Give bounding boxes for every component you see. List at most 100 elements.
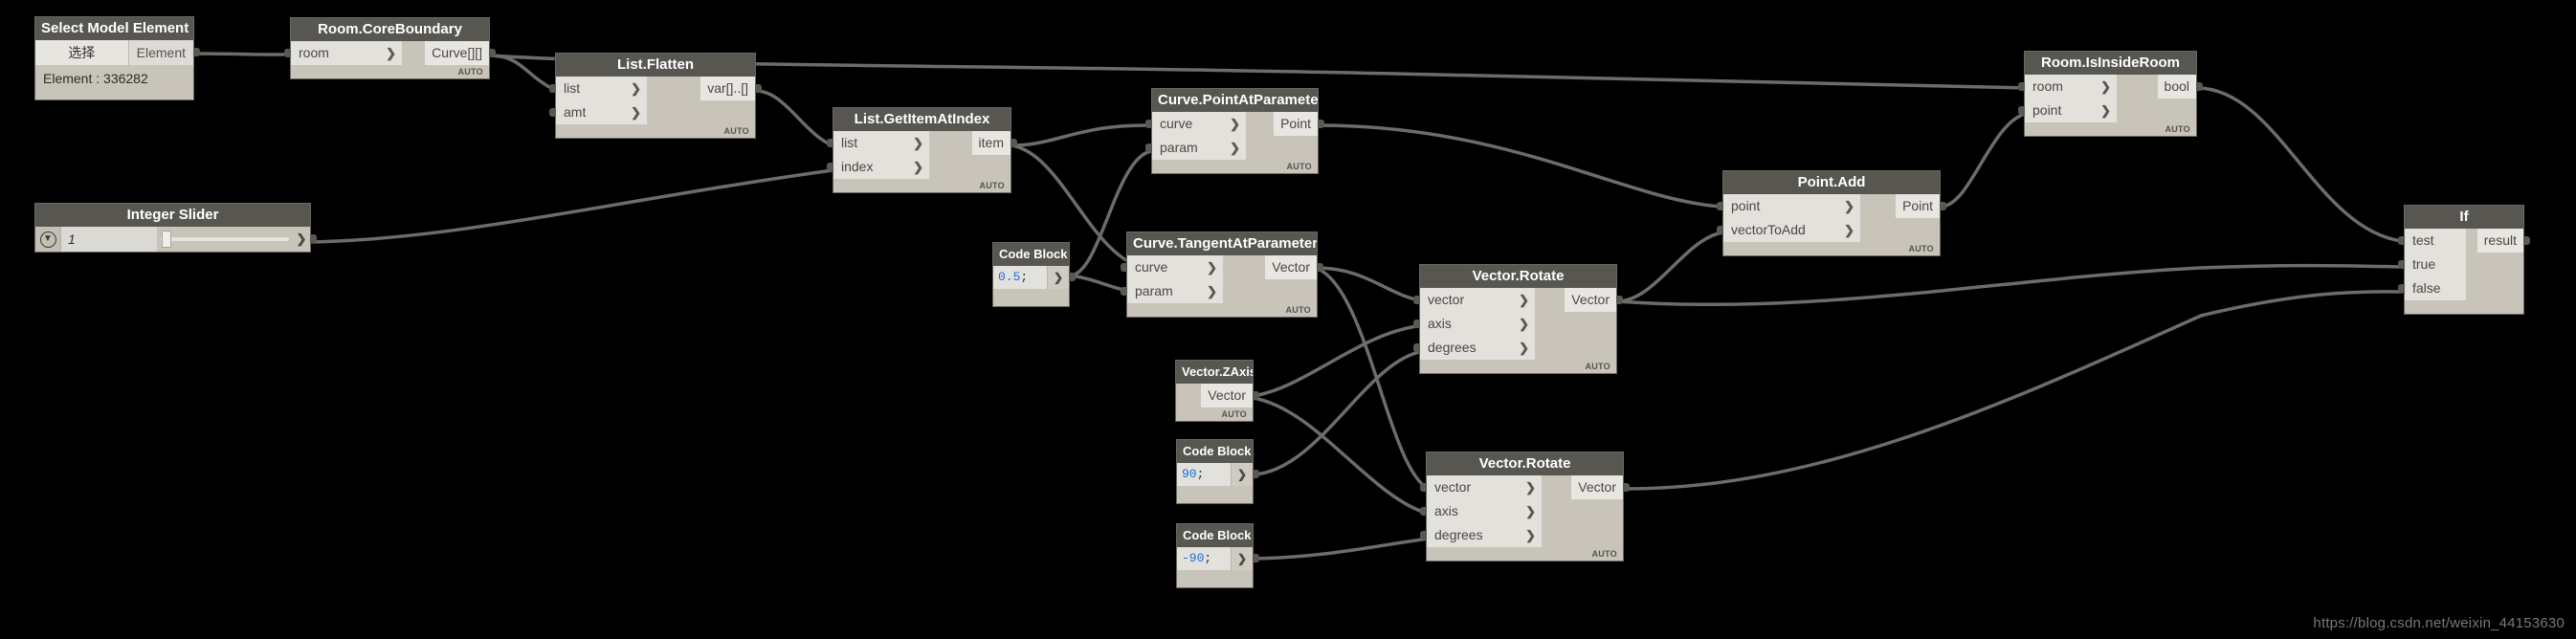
- output-port-result[interactable]: result: [2476, 229, 2530, 253]
- output-nub[interactable]: [1616, 296, 1623, 304]
- code-block-input[interactable]: -90;: [1177, 547, 1231, 570]
- input-nub[interactable]: [2018, 106, 2025, 115]
- output-port-code[interactable]: ❯: [1231, 547, 1259, 570]
- input-nub[interactable]: [549, 84, 556, 93]
- output-port-vector[interactable]: Vector: [1201, 384, 1259, 408]
- input-nub[interactable]: [1145, 120, 1152, 128]
- input-port-vector[interactable]: vector ❯: [1413, 288, 1535, 312]
- input-port-room[interactable]: room ❯: [284, 41, 402, 65]
- node-code-block-half[interactable]: Code Block 0.5; ❯: [992, 242, 1076, 307]
- node-integer-slider[interactable]: Integer Slider ▼ 1 ❯: [34, 203, 317, 253]
- node-vector-rotate-lower[interactable]: Vector.Rotate vector ❯ Vector axis ❯ deg…: [1420, 452, 1630, 562]
- output-nub[interactable]: [2523, 236, 2530, 245]
- input-nub[interactable]: [1420, 507, 1427, 516]
- input-nub[interactable]: [1420, 483, 1427, 492]
- output-nub[interactable]: [1253, 554, 1259, 562]
- input-port-list[interactable]: list ❯: [827, 131, 929, 155]
- input-port-curve[interactable]: curve ❯: [1121, 255, 1223, 279]
- slider-expander-button[interactable]: ▼: [35, 227, 61, 252]
- input-nub[interactable]: [1420, 531, 1427, 540]
- input-port-vectortoadd[interactable]: vectorToAdd ❯: [1717, 218, 1860, 242]
- node-vector-rotate-upper[interactable]: Vector.Rotate vector ❯ Vector axis ❯ deg…: [1413, 264, 1623, 374]
- output-port-point[interactable]: Point: [1274, 112, 1324, 136]
- node-select-model-element[interactable]: Select Model Element 选择 Element Element …: [34, 16, 200, 100]
- input-port-amt[interactable]: amt ❯: [549, 100, 647, 124]
- input-nub[interactable]: [827, 163, 833, 171]
- output-nub[interactable]: [1069, 273, 1076, 281]
- output-port-element[interactable]: Element: [128, 40, 200, 65]
- input-port-point[interactable]: point ❯: [1717, 194, 1860, 218]
- output-nub[interactable]: [1010, 139, 1017, 147]
- input-nub[interactable]: [1717, 226, 1723, 234]
- output-nub[interactable]: [193, 48, 200, 56]
- slider-track[interactable]: [161, 237, 289, 241]
- input-port-curve[interactable]: curve ❯: [1145, 112, 1246, 136]
- code-block-input[interactable]: 0.5;: [993, 266, 1047, 289]
- select-button[interactable]: 选择: [35, 40, 129, 65]
- node-room-coreboundary[interactable]: Room.CoreBoundary room ❯ Curve[][] AUTO: [284, 17, 496, 79]
- output-nub[interactable]: [489, 49, 496, 57]
- input-port-list[interactable]: list ❯: [549, 77, 647, 100]
- output-port-vector[interactable]: Vector: [1571, 475, 1630, 499]
- output-port-var[interactable]: var[]..[]: [700, 77, 762, 100]
- input-port-param[interactable]: param ❯: [1121, 279, 1223, 303]
- code-block-input[interactable]: 90;: [1177, 463, 1231, 486]
- output-port-vector[interactable]: Vector: [1265, 255, 1323, 279]
- node-code-block-90[interactable]: Code Block 90; ❯: [1176, 439, 1259, 504]
- input-nub[interactable]: [1717, 202, 1723, 210]
- node-curve-pointatparameter[interactable]: Curve.PointAtParameter curve ❯ Point par…: [1145, 88, 1324, 174]
- input-nub[interactable]: [1413, 320, 1420, 328]
- slider-value-input[interactable]: 1: [61, 227, 157, 252]
- node-code-block-neg90[interactable]: Code Block -90; ❯: [1176, 523, 1259, 588]
- node-list-flatten[interactable]: List.Flatten list ❯ var[]..[] amt ❯ AUTO: [549, 53, 762, 139]
- output-port-item[interactable]: item: [971, 131, 1017, 155]
- input-nub[interactable]: [1121, 263, 1127, 272]
- output-nub[interactable]: [1253, 391, 1259, 400]
- input-nub[interactable]: [2018, 82, 2025, 91]
- input-nub[interactable]: [1413, 343, 1420, 352]
- input-port-vector[interactable]: vector ❯: [1420, 475, 1542, 499]
- output-nub[interactable]: [1253, 470, 1259, 478]
- output-nub[interactable]: [1317, 263, 1323, 272]
- input-nub[interactable]: [1145, 143, 1152, 152]
- input-port-index[interactable]: index ❯: [827, 155, 929, 179]
- input-port-room[interactable]: room ❯: [2018, 75, 2117, 99]
- node-point-add[interactable]: Point.Add point ❯ Point vectorToAdd ❯ AU…: [1717, 170, 1946, 256]
- slider-thumb[interactable]: [162, 231, 171, 248]
- node-if[interactable]: If test result true false: [2398, 205, 2530, 315]
- input-port-param[interactable]: param ❯: [1145, 136, 1246, 160]
- output-port-code[interactable]: ❯: [1231, 463, 1259, 486]
- input-port-false[interactable]: false: [2398, 276, 2466, 300]
- input-port-point[interactable]: point ❯: [2018, 99, 2117, 122]
- input-port-degrees[interactable]: degrees ❯: [1420, 523, 1542, 547]
- input-nub[interactable]: [1413, 296, 1420, 304]
- output-port-curve[interactable]: Curve[][]: [425, 41, 496, 65]
- node-room-isinsideroom[interactable]: Room.IsInsideRoom room ❯ bool point ❯ AU…: [2018, 51, 2203, 137]
- output-nub[interactable]: [310, 234, 317, 243]
- output-port-point[interactable]: Point: [1896, 194, 1946, 218]
- output-nub[interactable]: [2196, 82, 2203, 91]
- input-nub[interactable]: [549, 108, 556, 117]
- output-port-bool[interactable]: bool: [2157, 75, 2203, 99]
- input-port-degrees[interactable]: degrees ❯: [1413, 336, 1535, 360]
- slider-track-area[interactable]: [157, 227, 293, 252]
- output-nub[interactable]: [1318, 120, 1324, 128]
- input-nub[interactable]: [1121, 287, 1127, 296]
- node-curve-tangentatparameter[interactable]: Curve.TangentAtParameter curve ❯ Vector …: [1121, 231, 1323, 318]
- node-vector-zaxis[interactable]: Vector.ZAxis Vector AUTO: [1175, 360, 1259, 422]
- input-nub[interactable]: [2398, 284, 2405, 293]
- output-nub[interactable]: [755, 84, 762, 93]
- input-port-axis[interactable]: axis ❯: [1413, 312, 1535, 336]
- input-port-test[interactable]: test: [2398, 229, 2466, 253]
- output-port-code[interactable]: ❯: [1047, 266, 1076, 289]
- input-nub[interactable]: [2398, 236, 2405, 245]
- input-port-axis[interactable]: axis ❯: [1420, 499, 1542, 523]
- dynamo-graph-canvas[interactable]: Select Model Element 选择 Element Element …: [0, 0, 2576, 639]
- output-port-vector[interactable]: Vector: [1565, 288, 1623, 312]
- input-nub[interactable]: [827, 139, 833, 147]
- node-list-getitematindex[interactable]: List.GetItemAtIndex list ❯ item index ❯: [827, 107, 1017, 193]
- output-nub[interactable]: [1623, 483, 1630, 492]
- input-nub[interactable]: [2398, 260, 2405, 269]
- input-nub[interactable]: [284, 49, 291, 57]
- output-nub[interactable]: [1940, 202, 1946, 210]
